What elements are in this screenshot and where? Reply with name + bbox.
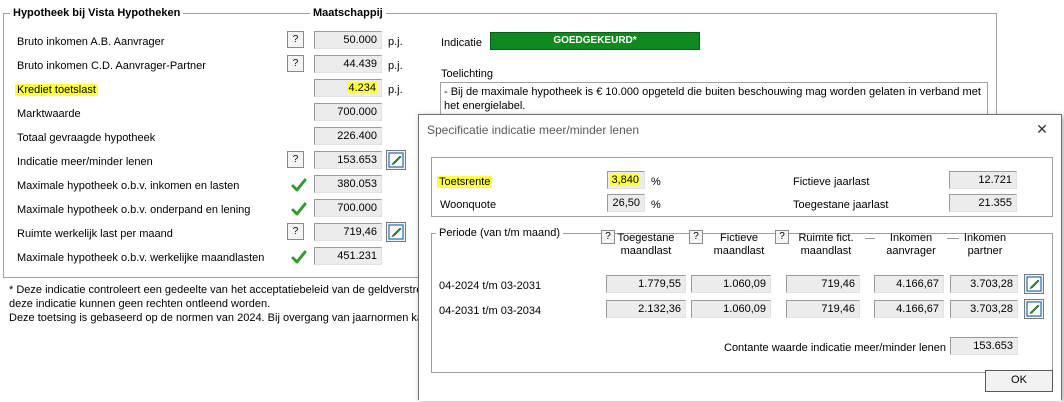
- footnote-line: * Deze indicatie controleert een gedeelt…: [9, 284, 428, 296]
- close-icon[interactable]: ✕: [1033, 121, 1051, 138]
- unit-label: p.j.: [388, 84, 403, 96]
- percent-label: %: [651, 176, 661, 188]
- contante-waarde-label: Contante waarde indicatie meer/minder le…: [724, 342, 946, 354]
- row-label: Indicatie meer/minder lenen: [17, 156, 153, 168]
- check-icon: [291, 202, 307, 216]
- footnote-line: Deze toetsing is gebaseerd op de normen …: [9, 312, 430, 324]
- row-label: Bruto inkomen C.D. Aanvrager-Partner: [17, 60, 206, 72]
- col-header-line: Toegestane: [617, 232, 675, 244]
- highlight-text: Krediet toetslast: [15, 84, 98, 96]
- check-icon: [291, 250, 307, 264]
- column-header-maatschappij: Maatschappij: [310, 7, 386, 19]
- inkomen-aanvrager-value: 4.166,67: [874, 300, 944, 318]
- col-header-inkomen-partner: Inkomen partner: [951, 232, 1019, 258]
- row-label: Maximale hypotheek o.b.v. werkelijke maa…: [17, 252, 265, 264]
- periode-header: Periode (van t/m maand): [436, 227, 564, 239]
- fictieve-maandlast-value: 1.060,09: [691, 300, 771, 318]
- col-header-line: maandlast: [800, 245, 852, 257]
- edit-specification-button[interactable]: [386, 150, 406, 170]
- edit-period-button[interactable]: [1024, 299, 1044, 319]
- row-label: Bruto inkomen A.B. Aanvrager: [17, 36, 165, 48]
- highlight-text: 4.234: [347, 82, 377, 94]
- dialog-body: Toetsrente 3,840 % Woonquote 26,50 % Fic…: [419, 145, 1061, 401]
- col-header-fictieve-maandlast: Fictieve maandlast: [699, 232, 779, 258]
- value-field: 44.439: [314, 55, 382, 73]
- row-label: Maximale hypotheek o.b.v. inkomen en las…: [17, 180, 240, 192]
- value-field: 719,46: [314, 223, 382, 241]
- col-header-toegestane-maandlast: Toegestane maandlast: [605, 232, 687, 258]
- contante-waarde-value: 153.653: [950, 337, 1018, 355]
- value-field: 153.653: [314, 151, 382, 169]
- check-icon: [291, 178, 307, 192]
- ruimte-fict-maandlast-value: 719,46: [786, 275, 860, 293]
- toelichting-label: Toelichting: [441, 68, 493, 80]
- help-button[interactable]: ?: [287, 31, 304, 48]
- highlight-text: 3,840: [610, 174, 640, 186]
- edit-icon: [1026, 301, 1042, 317]
- col-header-line: Inkomen: [889, 232, 933, 244]
- period-label: 04-2031 t/m 03-2034: [439, 305, 542, 317]
- col-header-ruimte-fict-maandlast: Ruimte fict. maandlast: [785, 232, 867, 258]
- edit-icon: [388, 224, 404, 240]
- main-group-title: Hypotheek bij Vista Hypotheken: [10, 7, 184, 19]
- toegestane-jaarlast-label: Toegestane jaarlast: [793, 199, 889, 211]
- fictieve-jaarlast-label: Fictieve jaarlast: [793, 176, 870, 188]
- toetsrente-label: Toetsrente: [437, 175, 493, 189]
- percent-label: %: [651, 199, 661, 211]
- footnote-line: deze indicatie kunnen geen rechten ontle…: [9, 298, 271, 310]
- col-header-inkomen-aanvrager: Inkomen aanvrager: [871, 232, 951, 258]
- col-header-line: aanvrager: [886, 245, 936, 257]
- toelichting-textarea[interactable]: - Bij de maximale hypotheek is € 10.000 …: [440, 82, 988, 118]
- value-field: 700.000: [314, 199, 382, 217]
- col-header-line: partner: [967, 245, 1003, 257]
- woonquote-value: 26,50: [607, 194, 645, 212]
- toegestane-maandlast-value: 1.779,55: [606, 275, 686, 293]
- row-label: Maximale hypotheek o.b.v. onderpand en l…: [17, 204, 251, 216]
- row-label: Marktwaarde: [17, 108, 81, 120]
- col-header-line: maandlast: [620, 245, 672, 257]
- edit-icon: [388, 152, 404, 168]
- inkomen-aanvrager-value: 4.166,67: [874, 275, 944, 293]
- help-button[interactable]: ?: [287, 55, 304, 72]
- col-header-line: maandlast: [713, 245, 765, 257]
- value-field: 380.053: [314, 175, 382, 193]
- indicatie-label: Indicatie: [441, 37, 482, 49]
- toetsrente-value: 3,840: [607, 171, 645, 189]
- fictieve-jaarlast-value: 12.721: [949, 171, 1017, 189]
- dialog-title: Specificatie indicatie meer/minder lenen: [427, 123, 640, 137]
- value-field: 50.000: [314, 31, 382, 49]
- unit-label: p.j.: [388, 60, 403, 72]
- toegestane-jaarlast-value: 21.355: [949, 194, 1017, 212]
- fictieve-maandlast-value: 1.060,09: [691, 275, 771, 293]
- edit-icon: [1026, 276, 1042, 292]
- help-button[interactable]: ?: [287, 151, 304, 168]
- value-field: 451.231: [314, 247, 382, 265]
- specificatie-dialog: Specificatie indicatie meer/minder lenen…: [418, 114, 1062, 401]
- edit-ruimte-button[interactable]: [386, 222, 406, 242]
- col-header-line: Inkomen: [963, 232, 1007, 244]
- unit-label: p.j.: [388, 36, 403, 48]
- ruimte-fict-maandlast-value: 719,46: [786, 300, 860, 318]
- woonquote-label: Woonquote: [440, 199, 497, 211]
- col-header-line: Ruimte fict.: [798, 232, 854, 244]
- value-field: 226.400: [314, 127, 382, 145]
- inkomen-partner-value: 3.703,28: [950, 275, 1018, 293]
- col-header-line: Fictieve: [720, 232, 758, 244]
- row-label: Ruimte werkelijk last per maand: [17, 228, 173, 240]
- row-label: Totaal gevraagde hypotheek: [17, 132, 156, 144]
- highlight-text: Toetsrente: [437, 176, 493, 188]
- toegestane-maandlast-value: 2.132,36: [606, 300, 686, 318]
- edit-period-button[interactable]: [1024, 274, 1044, 294]
- ok-button[interactable]: OK: [985, 370, 1053, 392]
- status-badge: GOEDGEKEURD*: [490, 32, 700, 50]
- period-label: 04-2024 t/m 03-2031: [439, 280, 542, 292]
- inkomen-partner-value: 3.703,28: [950, 300, 1018, 318]
- dialog-title-bar: Specificatie indicatie meer/minder lenen…: [419, 115, 1061, 145]
- value-field: 700.000: [314, 103, 382, 121]
- value-field: 4.234: [314, 79, 382, 97]
- row-label: Krediet toetslast: [15, 83, 98, 97]
- help-button[interactable]: ?: [287, 223, 304, 240]
